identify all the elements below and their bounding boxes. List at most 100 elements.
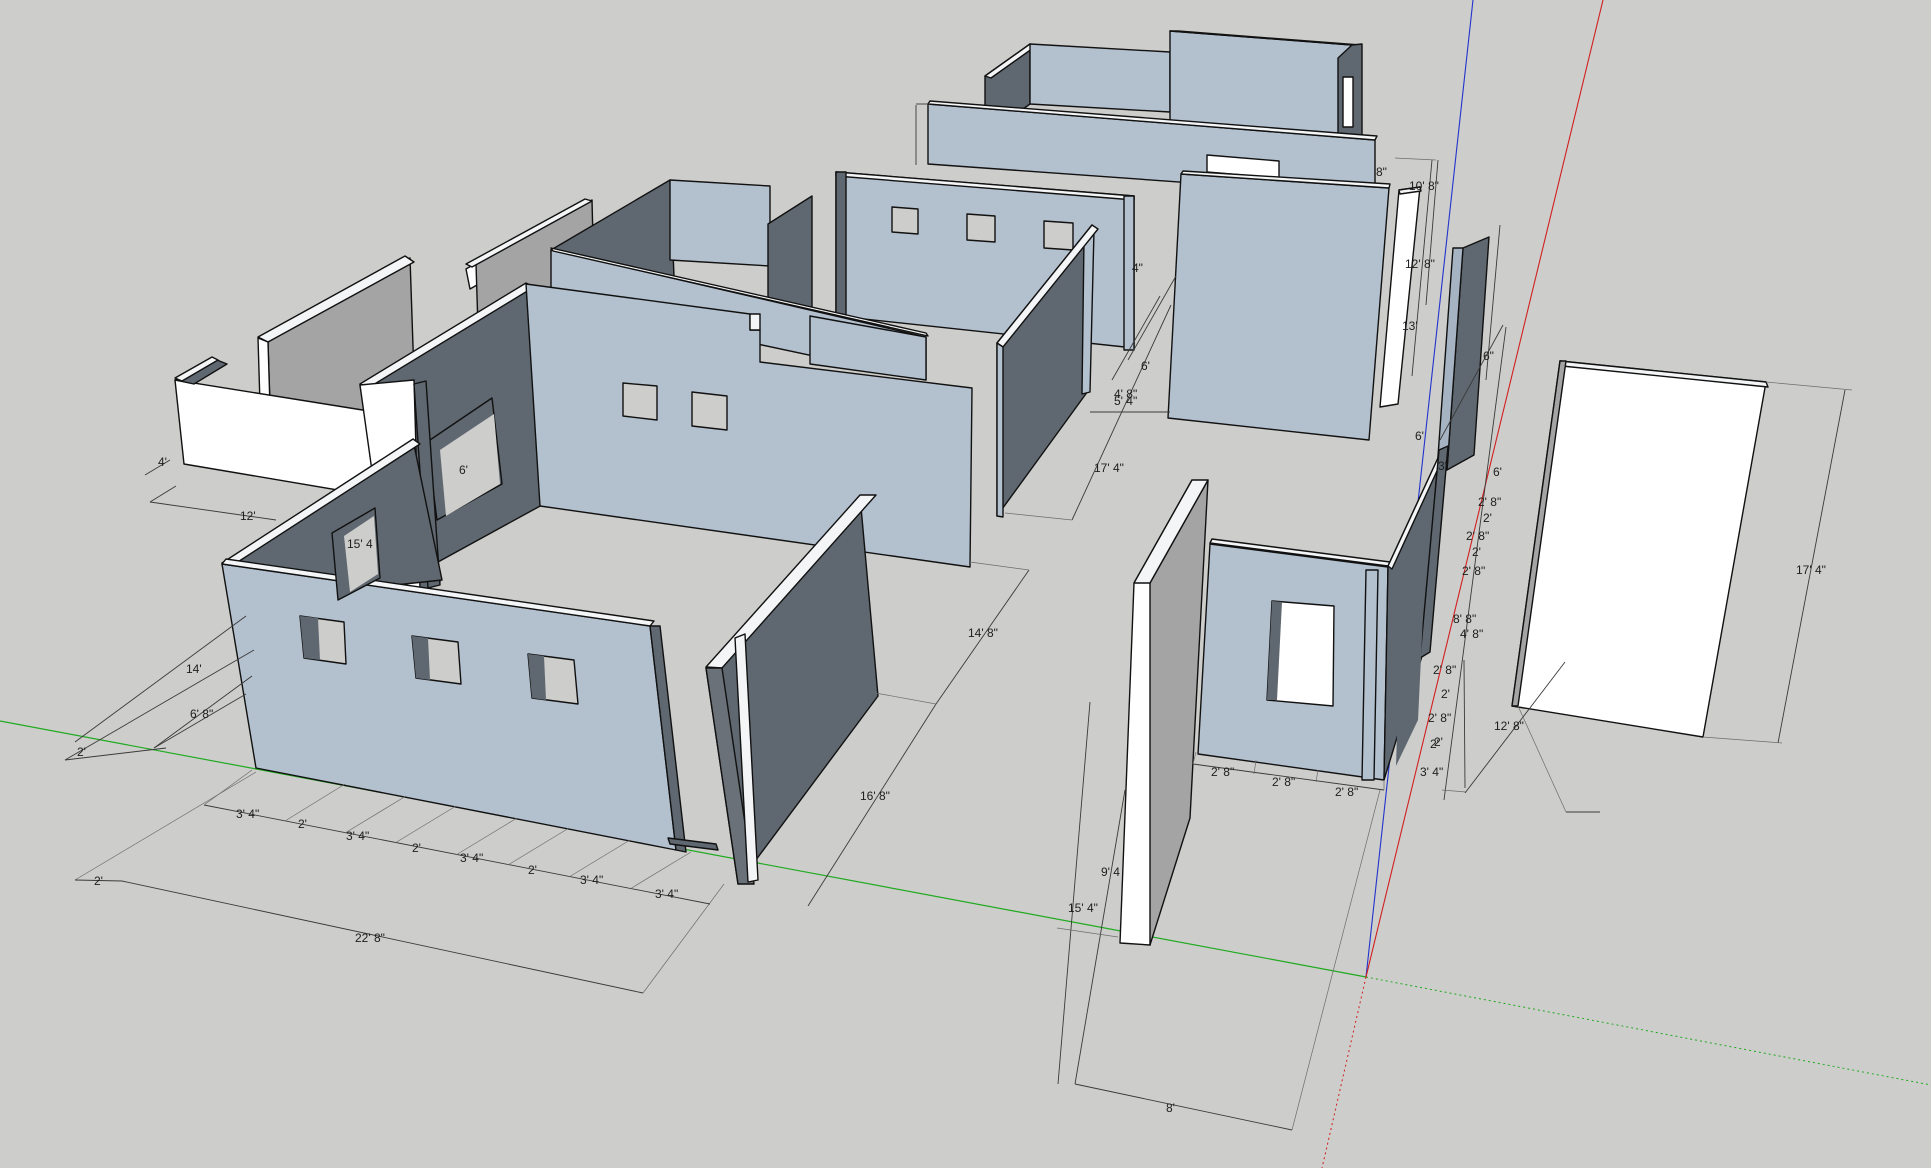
dim-label: 6' [1141, 359, 1150, 373]
dim-label: 8' [1166, 1101, 1175, 1115]
right-side-wall[interactable] [1436, 236, 1490, 471]
geometry-edge [1029, 43, 1171, 113]
dim-label: 6" [1483, 349, 1494, 363]
geometry-edge [149, 501, 277, 521]
dim-label: 12' [240, 509, 256, 523]
dim-label: 9' 4 [1101, 865, 1120, 879]
geometry-edge [869, 691, 937, 705]
geometry-edge [1004, 512, 1073, 521]
window-opening [966, 213, 996, 243]
geometry-edge [1511, 360, 1767, 738]
dim-label: 14' [186, 662, 202, 676]
dim-label: 12' 8" [1405, 257, 1435, 271]
window-opening [622, 382, 658, 421]
red-axis-dotted [1321, 976, 1367, 1168]
freestanding-wall[interactable] [1119, 479, 1209, 946]
geometry-edge [1463, 659, 1466, 789]
geometry-edge [1394, 157, 1437, 161]
geometry-edge [1167, 173, 1390, 441]
dim-label: 2' 8" [1462, 564, 1485, 578]
geometry-edge [1517, 705, 1567, 813]
dim-label: 2' [77, 745, 86, 759]
dim-label: 3' 4" [460, 851, 483, 865]
geometry-edge [1169, 30, 1353, 137]
dim-label: 13' [1402, 319, 1418, 333]
geometry-edge [221, 563, 677, 851]
modeling-viewport[interactable]: 22' 8" 2' 2' 6' 8" 14' 15' 4 12' 4' 6' 3… [0, 0, 1931, 1168]
dim-label: 2' [412, 841, 421, 855]
dim-label: 8" [1376, 165, 1387, 179]
geometry-edge [394, 805, 457, 844]
dim-label: 3' 4" [346, 829, 369, 843]
geometry-edge [284, 783, 346, 822]
dim-label: 2' 8" [1335, 785, 1358, 799]
dim-label: 4' [158, 455, 167, 469]
dim-label: 22' 8" [355, 931, 385, 945]
dim-label: 4' 8" [1460, 627, 1483, 641]
geometry-edge [749, 313, 761, 331]
dim-label: 16' 8" [860, 789, 890, 803]
dim-label: 3' 4" [1420, 765, 1443, 779]
geometry-edge [969, 561, 1030, 571]
geometry-edge [507, 827, 570, 866]
window-opening [691, 391, 728, 431]
dim-label: 2' [528, 863, 537, 877]
dim-label: 2' 8" [1466, 529, 1489, 543]
geometry-edge [149, 485, 177, 503]
dim-label: 2' [1483, 511, 1492, 525]
dim-label: 6' [459, 463, 468, 477]
geometry-edge [455, 817, 518, 856]
dim-label: 12' 8" [1494, 719, 1524, 733]
dim-label: 5' 4" [1114, 394, 1137, 408]
window-opening [1043, 220, 1074, 251]
dim-label: 3' 4" [655, 887, 678, 901]
dim-label: 3' 4" [580, 873, 603, 887]
geometry-edge [1074, 1083, 1293, 1131]
scene-canvas[interactable]: 22' 8" 2' 2' 6' 8" 14' 15' 4 12' 4' 6' 3… [0, 0, 1931, 1168]
geometry-edge [203, 769, 253, 806]
dim-label: 15' 4 [347, 537, 373, 551]
geometry-edge [1081, 229, 1095, 395]
geometry-edge [1291, 789, 1381, 1131]
geometry-edge [1127, 275, 1177, 361]
dim-label: 2' [298, 817, 307, 831]
dim-label: 14' 8" [968, 626, 998, 640]
dim-label: 10' 8" [1409, 179, 1439, 193]
geometry-edge [525, 283, 973, 568]
geometry-edge [1765, 381, 1853, 391]
dim-label: 6' [1493, 465, 1502, 479]
dim-label: 2' 8" [1211, 765, 1234, 779]
dim-label: 8' 8" [1453, 612, 1476, 626]
dim-label: 15' 4" [1068, 901, 1098, 915]
geometry-edge [835, 171, 847, 317]
window-opening [891, 206, 919, 235]
right-room-wall[interactable] [1197, 445, 1449, 781]
dim-label: 4" [1132, 261, 1143, 275]
dim-label: 3' 4" [236, 807, 259, 821]
dim-label: 2' [1472, 545, 1481, 559]
dim-label: 6' 8" [190, 707, 213, 721]
geometry-edge [568, 839, 631, 878]
dim-label: 2' [94, 874, 103, 888]
tall-partition-wall[interactable] [1167, 170, 1391, 441]
dim-label: 17' 4" [1796, 563, 1826, 577]
front-corner-wall[interactable] [705, 494, 879, 885]
dim-label: 2' [1441, 687, 1450, 701]
dim-label: 2' 8" [1433, 663, 1456, 677]
geometry-edge [1315, 769, 1319, 783]
dim-label: 2' 8" [1272, 775, 1295, 789]
dim-label: 2' 8" [1428, 711, 1451, 725]
dim-label: 17' 4" [1094, 461, 1124, 475]
geometry-edge [344, 795, 407, 834]
geometry-edge [1702, 736, 1783, 744]
geometry-edge [74, 615, 247, 743]
dim-label: 3' [1438, 459, 1447, 473]
dim-label: 6' [1415, 429, 1424, 443]
dim-label: 2' [1430, 737, 1439, 751]
blue-axis [1365, 0, 1474, 978]
geometry-edge [74, 771, 257, 881]
geometry-edge [996, 342, 1004, 518]
geometry-edge [153, 693, 247, 749]
dim-label: 2' 8" [1478, 495, 1501, 509]
geometry-edge [669, 179, 771, 267]
